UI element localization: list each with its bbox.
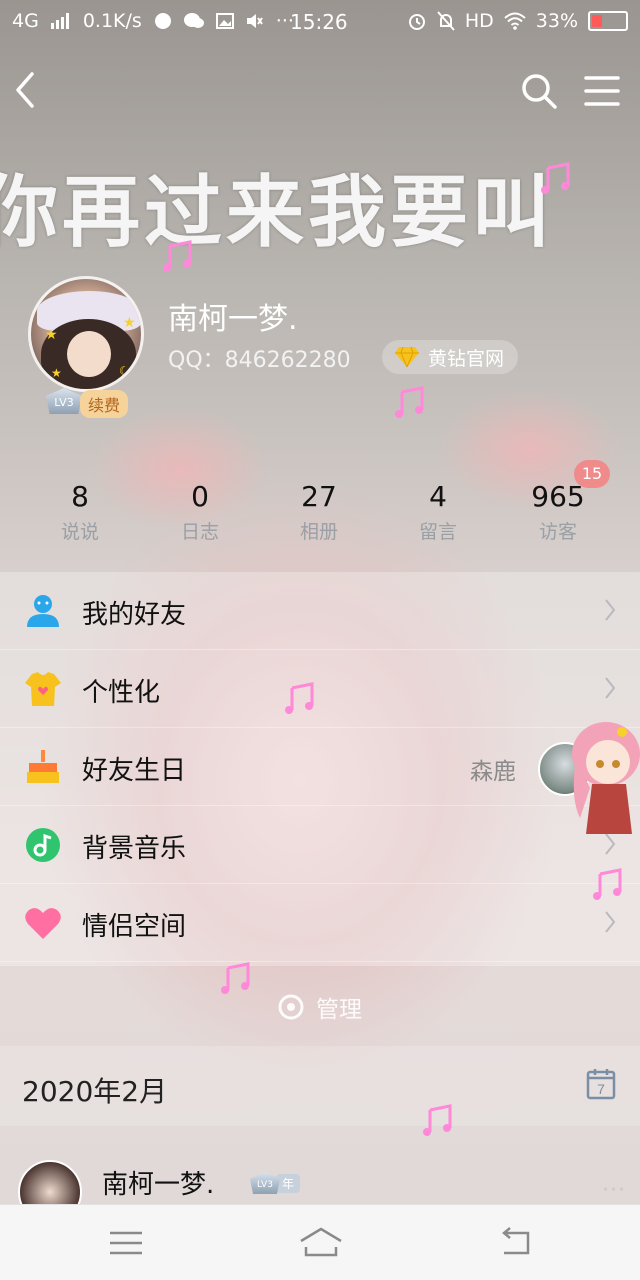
stat-label: 留言 <box>418 521 457 543</box>
chevron-right-icon <box>605 677 616 699</box>
feed-date: 2020年2月 <box>22 1075 168 1108</box>
menu-item-friends[interactable]: 我的好友 <box>0 572 640 650</box>
stat-value: 4 <box>429 480 447 513</box>
menu-item-label: 好友生日 <box>82 756 187 786</box>
stats-row: 8 说说 0 日志 27 相册 4 留言 965 访客 <box>0 480 640 550</box>
battery-icon <box>588 11 628 31</box>
menu-item-bg-music[interactable]: 背景音乐 <box>0 806 640 884</box>
birthday-friend-name: 森鹿 <box>470 759 516 785</box>
app-notification-icon <box>154 13 171 29</box>
menu-item-personalize[interactable]: 个性化 <box>0 650 640 728</box>
menu-item-couple-space[interactable]: 情侣空间 <box>0 884 640 962</box>
level-badge: LV3 <box>46 388 82 414</box>
stat-value: 0 <box>191 480 209 513</box>
menu-item-label: 个性化 <box>82 678 161 708</box>
status-bar: 4G 0.1K/s ··· 15:26 HD 33% <box>0 0 640 44</box>
stat-label: 说说 <box>60 521 99 543</box>
feed-level-badge: LV3 年 <box>250 1172 301 1194</box>
chevron-right-icon <box>605 911 616 933</box>
music-note-icon <box>285 682 314 714</box>
feed-author-name[interactable]: 南柯一梦. <box>102 1164 214 1201</box>
search-icon[interactable] <box>520 72 558 110</box>
qzone-profile-screen: 4G 0.1K/s ··· 15:26 HD 33% 你再过来我要叫 ★ ★ ☾… <box>0 0 640 1280</box>
stat-label: 访客 <box>538 521 577 543</box>
vip-link-label: 黄钻官网 <box>428 347 505 370</box>
friends-icon <box>27 595 59 627</box>
network-speed: 0.1K/s <box>82 10 142 32</box>
back-nav-icon[interactable] <box>496 1225 536 1261</box>
qq-number: QQ：846262280 <box>168 348 351 373</box>
calendar-icon[interactable]: 7 <box>586 1068 616 1100</box>
visitor-count-badge: 15 <box>574 460 610 488</box>
alarm-icon <box>408 14 425 30</box>
svg-text:★: ★ <box>51 366 62 380</box>
heart-icon <box>25 908 61 939</box>
wifi-icon <box>504 12 526 30</box>
stat-blog[interactable]: 0 日志 <box>150 480 250 544</box>
stat-label: 日志 <box>180 521 219 543</box>
manage-label: 管理 <box>316 997 362 1023</box>
back-icon[interactable] <box>12 70 42 110</box>
mute-icon <box>246 14 263 28</box>
music-note-icon <box>423 1104 452 1136</box>
manage-button[interactable]: 管理 <box>276 990 362 1024</box>
stat-label: 相册 <box>299 521 338 543</box>
music-note-icon <box>541 162 570 194</box>
stat-albums[interactable]: 27 相册 <box>269 480 369 544</box>
renew-button[interactable]: 续费 <box>80 390 129 418</box>
avatar[interactable]: ★ ★ ☾ ★ <box>28 276 144 392</box>
anime-girl-sticker[interactable] <box>566 718 640 838</box>
image-icon <box>215 13 234 29</box>
music-icon <box>26 828 60 862</box>
stat-value: 8 <box>71 480 89 513</box>
feed-year-tag: 年 <box>276 1173 301 1193</box>
wechat-icon <box>183 13 204 28</box>
system-nav-bar <box>0 1204 640 1280</box>
yellow-diamond-icon <box>395 346 419 368</box>
hd-indicator: HD <box>464 10 494 32</box>
calendar-day: 7 <box>597 1081 605 1097</box>
vip-link[interactable]: 黄钻官网 <box>382 340 519 374</box>
birthday-cake-icon <box>27 750 59 783</box>
home-icon[interactable] <box>298 1225 344 1261</box>
personalize-icon <box>25 672 61 706</box>
music-note-icon <box>593 868 622 900</box>
svg-text:☾: ☾ <box>119 364 130 378</box>
menu-item-label: 我的好友 <box>82 600 187 630</box>
menu-item-label: 背景音乐 <box>82 834 187 864</box>
music-note-icon <box>221 962 250 994</box>
menu-item-label: 情侣空间 <box>82 912 187 942</box>
stat-value: 27 <box>301 480 337 513</box>
clock: 15:26 <box>290 10 348 34</box>
signal-icon <box>50 13 69 29</box>
top-bar <box>0 60 640 120</box>
stat-visitors[interactable]: 965 访客 <box>508 480 608 544</box>
star-decoration-icon: ★ ★ ☾ ★ <box>45 315 136 380</box>
recent-apps-icon[interactable] <box>106 1225 146 1261</box>
stat-shuoshuo[interactable]: 8 说说 <box>30 480 130 544</box>
music-note-icon <box>163 240 192 272</box>
silent-bell-icon <box>437 11 455 31</box>
music-note-icon <box>395 386 424 418</box>
network-type: 4G <box>12 10 39 32</box>
stat-messages[interactable]: 4 留言 <box>388 480 488 544</box>
menu-icon[interactable] <box>584 74 620 108</box>
more-options-icon[interactable]: ··· <box>602 1178 626 1203</box>
chevron-right-icon <box>605 599 616 621</box>
svg-text:★: ★ <box>123 315 136 331</box>
battery-percent: 33% <box>535 10 578 32</box>
nickname: 南柯一梦. <box>168 302 298 337</box>
svg-text:★: ★ <box>45 327 58 343</box>
gear-icon <box>278 994 304 1020</box>
